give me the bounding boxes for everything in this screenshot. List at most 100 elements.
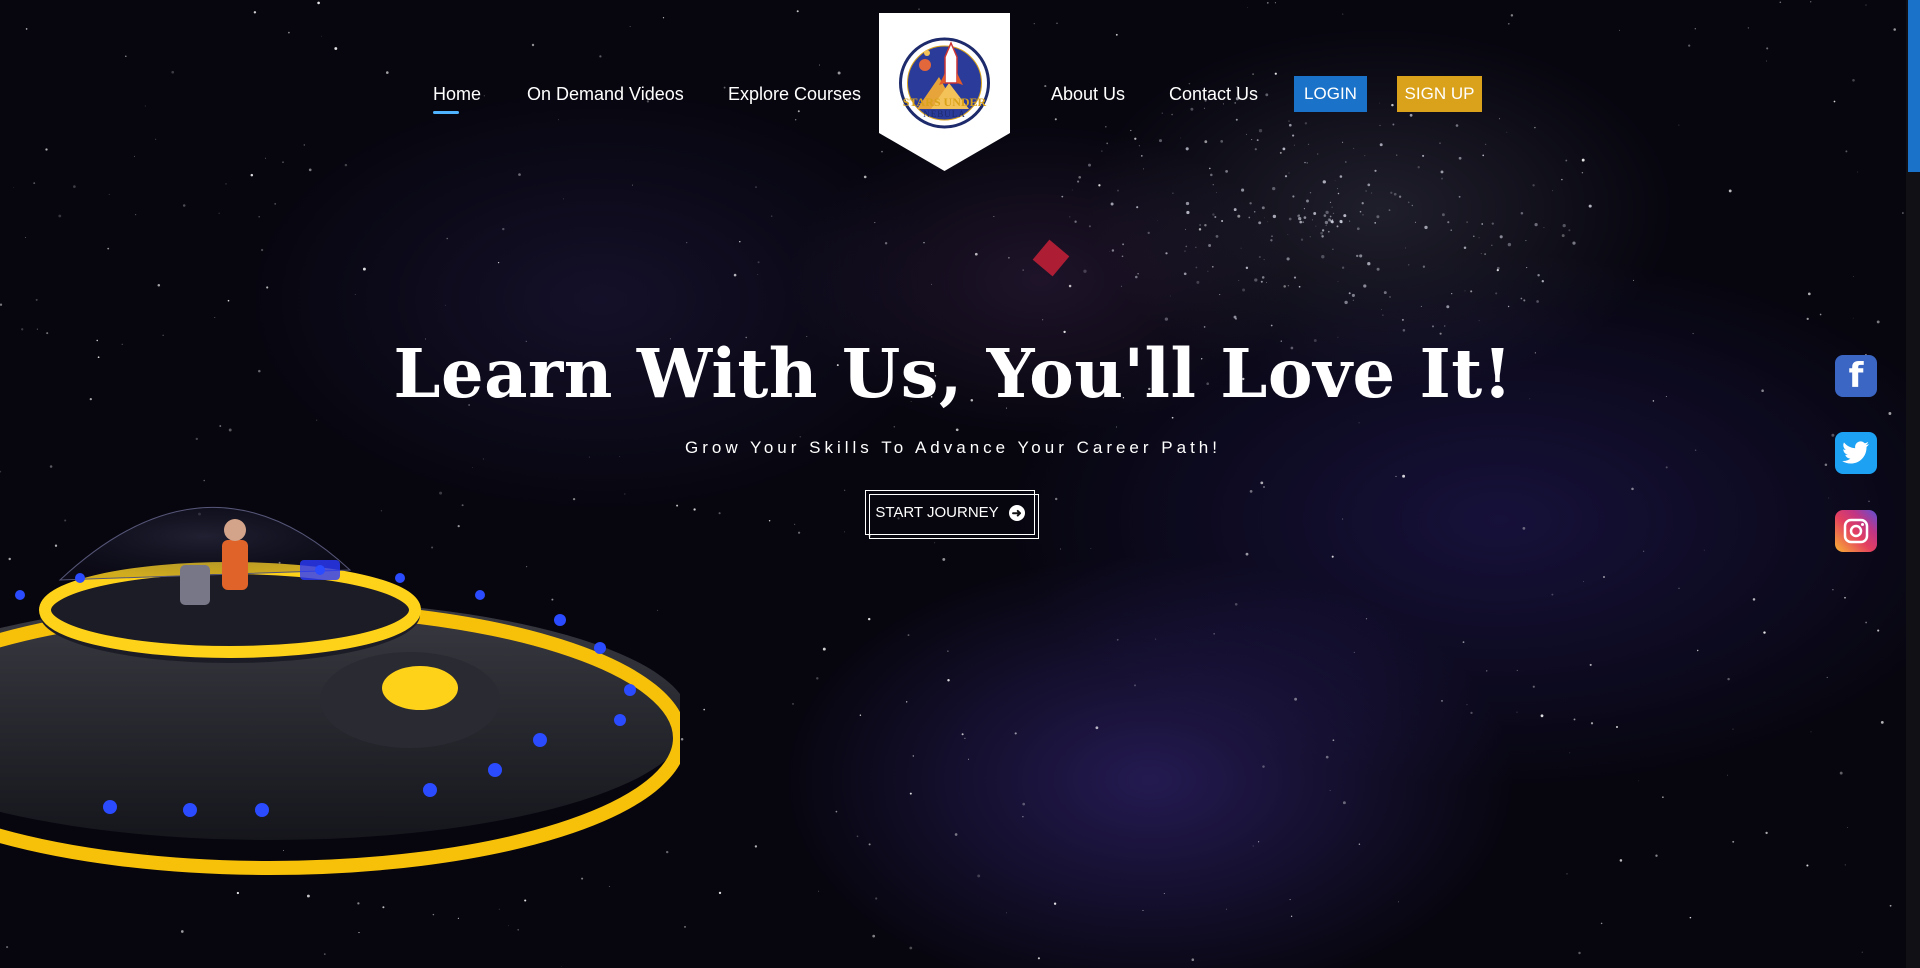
star (1880, 721, 1884, 724)
nebula-dust (1534, 222, 1538, 227)
red-nebula-spot (1032, 239, 1070, 277)
nebula-dust (1359, 254, 1363, 258)
star (1022, 816, 1024, 818)
star (306, 894, 310, 898)
star (923, 241, 925, 244)
nebula-dust (1323, 214, 1327, 217)
nav-explore-courses[interactable]: Explore Courses (728, 82, 861, 106)
star (58, 214, 62, 218)
star (1014, 732, 1017, 735)
nebula-dust (1382, 314, 1384, 316)
signup-button[interactable]: SIGN UP (1397, 76, 1482, 112)
nebula-dust (1520, 212, 1524, 215)
star (1033, 23, 1035, 25)
nebula-dust (1321, 229, 1325, 232)
nebula-dust (1349, 220, 1351, 222)
nebula-dust (1210, 173, 1213, 177)
nebula-dust (1414, 221, 1416, 223)
star (157, 283, 161, 287)
nebula-dust (1326, 223, 1328, 225)
nebula-dust (1270, 239, 1273, 242)
nebula-dust (1248, 216, 1251, 219)
login-button[interactable]: LOGIN (1294, 76, 1367, 112)
nebula-dust (1286, 257, 1290, 261)
star (1480, 253, 1482, 255)
star (1826, 676, 1828, 678)
star (362, 267, 366, 271)
nebula-dust (1568, 229, 1571, 232)
star (856, 835, 859, 838)
star (125, 55, 127, 58)
facebook-icon[interactable]: f (1835, 355, 1877, 397)
star (497, 261, 500, 264)
star (1766, 47, 1769, 50)
star (1106, 142, 1109, 145)
star (909, 792, 912, 795)
instagram-icon[interactable] (1835, 510, 1877, 552)
star (867, 617, 871, 621)
nav-contact-us[interactable]: Contact Us (1169, 82, 1258, 106)
nebula-dust (1165, 252, 1168, 255)
star (755, 186, 757, 188)
star (1342, 518, 1344, 520)
star (1395, 475, 1397, 477)
nebula-dust (1322, 180, 1326, 184)
nebula-dust (1300, 219, 1302, 221)
star (1589, 663, 1592, 666)
nav-on-demand-videos[interactable]: On Demand Videos (527, 82, 684, 106)
star (323, 953, 326, 955)
star (358, 932, 360, 934)
star (909, 946, 913, 950)
nebula-dust (1303, 216, 1307, 219)
star (258, 215, 261, 218)
nebula-dust (1341, 266, 1345, 269)
nebula-dust (1215, 235, 1219, 238)
nebula-dust (1088, 163, 1091, 167)
nebula-dust (1311, 219, 1313, 221)
star (225, 183, 227, 185)
nebula-dust (1219, 294, 1221, 296)
star (1728, 189, 1732, 193)
nebula-dust (1332, 212, 1335, 215)
nebula-dust (1342, 141, 1344, 143)
star (25, 237, 27, 238)
star (1551, 593, 1554, 596)
star (1665, 466, 1668, 469)
star (835, 810, 838, 813)
nebula-dust (1367, 262, 1371, 266)
star (874, 222, 876, 224)
star (795, 119, 797, 121)
nebula-dust (1507, 242, 1512, 247)
star (227, 299, 230, 302)
star (1516, 711, 1518, 713)
twitter-icon[interactable] (1835, 432, 1877, 474)
nebula-dust (1225, 170, 1228, 173)
nav-about-us[interactable]: About Us (1051, 82, 1125, 106)
nav-home[interactable]: Home (433, 82, 481, 114)
nebula-dust (1122, 243, 1125, 246)
nebula-dust (1271, 235, 1273, 238)
nebula-dust (1340, 221, 1343, 224)
star (1732, 728, 1734, 730)
star (518, 173, 521, 176)
nebula-dust (1439, 142, 1441, 144)
nebula-dust (1190, 107, 1194, 111)
star (219, 425, 222, 427)
nebula-dust (1235, 118, 1238, 121)
star (317, 1, 320, 5)
start-journey-button[interactable]: START JOURNEY ➜ (865, 490, 1039, 539)
star (498, 908, 500, 910)
star (968, 758, 970, 760)
nebula-dust (1532, 184, 1535, 187)
star (344, 163, 348, 167)
nebula-dust (1321, 255, 1325, 259)
star (1258, 841, 1260, 843)
star (1747, 27, 1750, 29)
logo-subtitle: NEBULA (923, 109, 966, 119)
star (1260, 481, 1264, 485)
nebula-dust (1258, 255, 1261, 259)
scrollbar-thumb[interactable] (1908, 0, 1920, 172)
star (182, 204, 186, 207)
star (1391, 103, 1394, 107)
site-logo[interactable] (879, 13, 1010, 171)
